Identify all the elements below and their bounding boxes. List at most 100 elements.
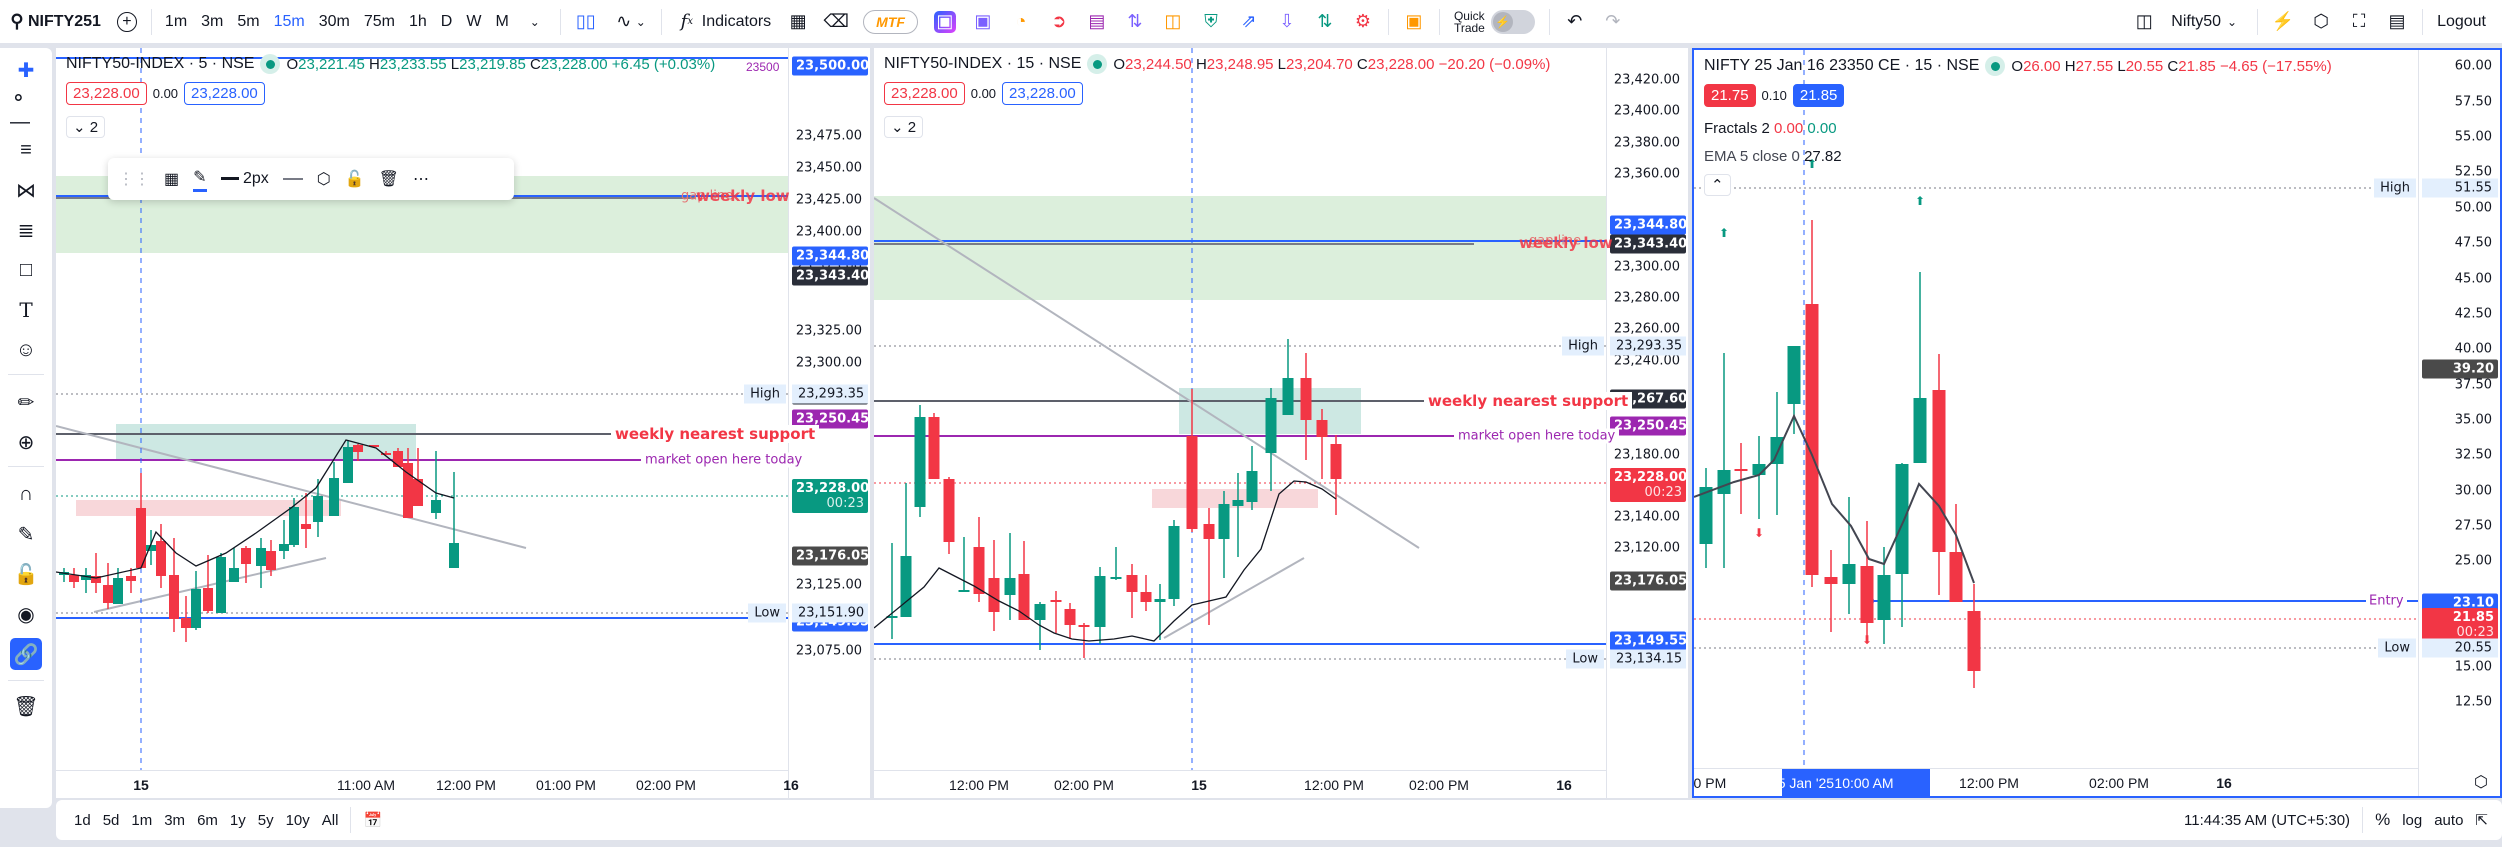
toggle-switch[interactable]: ⚡ (1490, 9, 1535, 34)
range-All[interactable]: All (316, 812, 345, 829)
templates-button[interactable]: ▦ (779, 0, 817, 44)
unlock-icon[interactable]: 🔓 (345, 169, 365, 189)
replay-button[interactable]: ⌫ (817, 0, 855, 44)
time-axis[interactable]: 15 11:00 AM 12:00 PM 01:00 PM 02:00 PM 16 (56, 770, 799, 798)
app-icon-4[interactable]: ➲ (1040, 0, 1078, 44)
watchlist-dropdown[interactable]: Nifty50 ⌄ (2163, 0, 2251, 44)
buy-price-button[interactable]: 23,228.00 (184, 82, 265, 105)
timeframe-1m[interactable]: 1m (158, 0, 194, 44)
price-axis[interactable]: 23,420.00 23,400.00 23,380.00 23,360.00 23,3… (1606, 48, 1688, 798)
settings-button[interactable]: ⬡ (2302, 0, 2340, 44)
percent-scale-toggle[interactable]: % (2369, 810, 2396, 830)
timeframe-W[interactable]: W (459, 0, 488, 44)
range-10y[interactable]: 10y (280, 812, 316, 829)
chart-pane-option[interactable]: ⬆ ⬆ ⬆ ⬇ ⬇ NIFTY 25 Jan 16 23350 CE · 15 · NS… (1692, 48, 2502, 798)
settings-hex-icon[interactable]: ⬡ (317, 169, 331, 189)
app-icon-7[interactable]: ◫ (1154, 0, 1192, 44)
emoji-tool[interactable]: ☺ (10, 334, 42, 366)
timeframe-30m[interactable]: 30m (312, 0, 357, 44)
parallel-lines-tool[interactable]: ≡ (10, 134, 42, 166)
goto-date-button[interactable]: 📅 (357, 811, 388, 829)
app-icon-6[interactable]: ⇅ (1116, 0, 1154, 44)
buy-price-button[interactable]: 21.85 (1792, 84, 1845, 107)
undo-button[interactable]: ↶ (1556, 0, 1594, 44)
sell-price-button[interactable]: 23,228.00 (884, 82, 965, 105)
pencil-icon[interactable]: ✎ (193, 167, 207, 192)
sell-price-button[interactable]: 21.75 (1704, 84, 1756, 107)
timeframe-dropdown[interactable]: ⌄ (516, 0, 554, 44)
collapse-indicators-button[interactable]: ⌄ 2 (884, 116, 924, 138)
redo-button[interactable]: ↷ (1594, 0, 1632, 44)
range-1m[interactable]: 1m (125, 812, 158, 829)
collapse-indicators-button[interactable]: ⌄ 2 (66, 116, 106, 138)
log-scale-toggle[interactable]: log (2396, 812, 2428, 829)
add-template-icon[interactable]: ▦ (164, 169, 179, 189)
app-icon-2[interactable]: ▣ (964, 0, 1002, 44)
app-icon-11[interactable]: ⇅ (1306, 0, 1344, 44)
buy-price-button[interactable]: 23,228.00 (1002, 82, 1083, 105)
layout-button[interactable]: ◫ (2125, 0, 2163, 44)
timeframe-3m[interactable]: 3m (194, 0, 230, 44)
symbol-search[interactable]: ⚲ NIFTY251 (0, 0, 109, 44)
range-6m[interactable]: 6m (191, 812, 224, 829)
range-3m[interactable]: 3m (158, 812, 191, 829)
line-width-button[interactable]: 2px (220, 170, 269, 188)
measure-tool[interactable]: ✏ (10, 386, 42, 418)
axis-settings-icon[interactable]: ⬡ (2474, 772, 2488, 792)
clock-display[interactable]: 11:44:35 AM (UTC+5:30) (2178, 812, 2356, 829)
app-icon-3[interactable]: ◔ (1002, 0, 1040, 44)
drag-handle-icon[interactable]: ⋮⋮ (118, 169, 150, 189)
rectangle-tool[interactable]: □ (10, 254, 42, 286)
fib-tool[interactable]: ≣ (10, 214, 42, 246)
mtf-button[interactable]: MTF (855, 0, 926, 44)
candle-type-button[interactable]: ▯▯ (567, 0, 605, 44)
remove-drawings-tool[interactable]: 🗑 (10, 690, 42, 722)
magnet-tool[interactable]: ∩ (10, 478, 42, 510)
lock-all-tool[interactable]: 🔓 (10, 558, 42, 590)
quick-trade-toggle[interactable]: Quick Trade ⚡ (1446, 0, 1543, 44)
trash-icon[interactable]: 🗑 (379, 169, 399, 189)
expand-indicators-button[interactable]: ⌃ (1704, 174, 1731, 196)
price-axis[interactable]: 23,475.00 23,450.00 23,425.00 23,400.00 23,3… (788, 48, 870, 798)
range-5y[interactable]: 5y (252, 812, 280, 829)
indicators-button[interactable]: f x Indicators (668, 0, 779, 44)
app-icon-12[interactable]: ⚙ (1344, 0, 1382, 44)
crosshair-tool[interactable]: ✚ (10, 54, 42, 86)
app-icon-9[interactable]: ⇗ (1230, 0, 1268, 44)
fullscreen-button[interactable]: ⛶ (2340, 0, 2378, 44)
app-icon-13[interactable]: ▣ (1395, 0, 1433, 44)
time-axis[interactable]: 00 PM 15 Jan '2510:00 AM 12:00 PM 02:00 PM 1… (1694, 768, 2418, 796)
more-icon[interactable]: ⋯ (413, 169, 429, 189)
line-style-icon[interactable] (282, 178, 303, 180)
pattern-tool[interactable]: ⋈ (10, 174, 42, 206)
app-icon-8[interactable]: ⛨ (1192, 0, 1230, 44)
compare-add-button[interactable]: + (109, 0, 145, 44)
timeframe-1h[interactable]: 1h (402, 0, 434, 44)
timeframe-15m[interactable]: 15m (267, 0, 312, 44)
sync-drawings-tool[interactable]: 🔗 (10, 638, 42, 670)
time-axis[interactable]: 12:00 PM 02:00 PM 15 12:00 PM 02:00 PM 16 (874, 770, 1606, 798)
logout-button[interactable]: Logout (2429, 0, 2502, 44)
app-icon-1[interactable]: ▣ (926, 0, 964, 44)
timeframe-5m[interactable]: 5m (230, 0, 266, 44)
zoom-tool[interactable]: ⊕ (10, 426, 42, 458)
chart-pane-15min[interactable]: NIFTY50-INDEX · 15 · NSE O23,244.50 H23,… (874, 48, 1688, 798)
lock-drawing-tool[interactable]: ✎ (10, 518, 42, 550)
app-icon-5[interactable]: ▤ (1078, 0, 1116, 44)
chart-canvas[interactable] (56, 48, 870, 770)
timeframe-D[interactable]: D (434, 0, 460, 44)
screenshot-button[interactable]: ▤ (2378, 0, 2416, 44)
price-axis[interactable]: 60.00 57.50 55.00 52.50 50.00 47.50 45.00 42.50… (2418, 50, 2500, 796)
timeframe-M[interactable]: M (488, 0, 515, 44)
range-1d[interactable]: 1d (68, 812, 97, 829)
app-icon-10[interactable]: ⇩ (1268, 0, 1306, 44)
timeframe-75m[interactable]: 75m (357, 0, 402, 44)
maximize-icon[interactable]: ⇱ (2469, 811, 2502, 829)
quick-search-button[interactable]: ⚡ (2264, 0, 2302, 44)
sell-price-button[interactable]: 23,228.00 (66, 82, 147, 105)
auto-scale-toggle[interactable]: auto (2428, 812, 2469, 829)
line-chart-button[interactable]: ∿ ⌄ (605, 0, 655, 44)
ema-legend[interactable]: EMA 5 close 0 27.82 (1704, 148, 1842, 165)
range-1y[interactable]: 1y (224, 812, 252, 829)
range-5d[interactable]: 5d (97, 812, 126, 829)
